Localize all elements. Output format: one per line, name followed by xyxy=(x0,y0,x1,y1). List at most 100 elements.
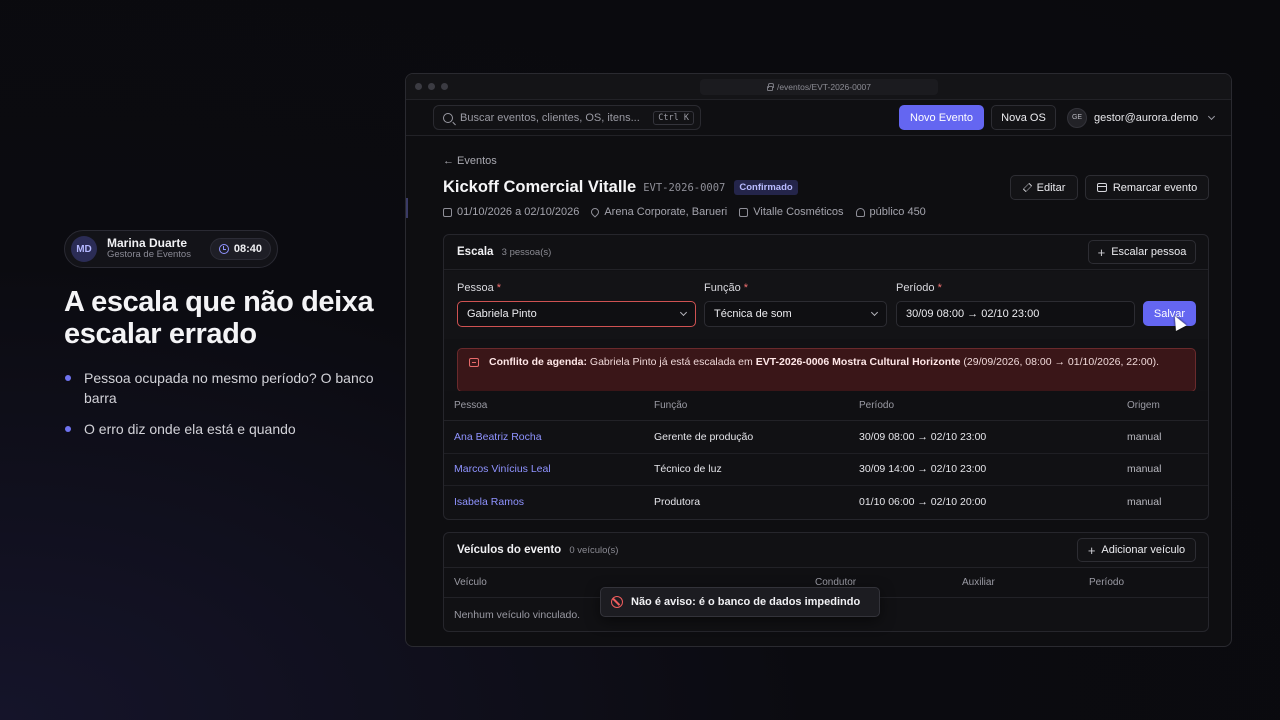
person-link[interactable]: Isabela Ramos xyxy=(454,496,524,508)
time-pill: 08:40 xyxy=(209,238,271,260)
conflict-when: (29/09/2026, 08:00 → 01/10/2026, 22:00). xyxy=(963,356,1159,368)
table-row[interactable]: Isabela Ramos Produtora 01/10 06:00 → 02… xyxy=(444,486,1208,519)
origin-cell: manual xyxy=(1127,496,1162,509)
slide-bullets: Pessoa ocupada no mesmo período? O banco… xyxy=(64,368,384,450)
escala-count: 3 pessoa(s) xyxy=(501,247,552,258)
vehicles-card: Veículos do evento 0 veículo(s) + Adicio… xyxy=(443,532,1209,632)
escala-title: Escala 3 pessoa(s) xyxy=(457,246,551,258)
meta-venue: Arena Corporate, Barueri xyxy=(589,206,728,218)
minimize-dot[interactable] xyxy=(428,83,435,90)
search-shortcut: Ctrl K xyxy=(653,110,694,125)
column-header: Pessoa xyxy=(454,400,488,411)
plus-icon: + xyxy=(1097,244,1106,260)
users-icon xyxy=(855,207,865,217)
conflict-alert: Conflito de agenda: Gabriela Pinto já es… xyxy=(457,348,1196,392)
search-input[interactable]: Buscar eventos, clientes, OS, itens... C… xyxy=(433,105,701,130)
meta-audience: público 450 xyxy=(855,206,926,218)
save-button[interactable]: Salvar xyxy=(1143,301,1196,326)
presenter-role: Gestora de Eventos xyxy=(107,249,191,261)
column-header: Origem xyxy=(1127,400,1160,411)
presenter-info: Marina Duarte Gestora de Eventos xyxy=(107,235,191,262)
escala-table: Pessoa Função Período Origem Ana Beatriz… xyxy=(444,391,1208,519)
new-os-button[interactable]: Nova OS xyxy=(991,105,1056,130)
person-link[interactable]: Marcos Vinícius Leal xyxy=(454,463,551,475)
bullet-item: Pessoa ocupada no mesmo período? O banco… xyxy=(64,368,384,408)
user-menu[interactable]: GE gestor@aurora.demo xyxy=(1067,105,1216,130)
column-header: Período xyxy=(859,400,895,411)
table-header: Pessoa Função Período Origem xyxy=(444,391,1208,421)
vehicles-count: 0 veículo(s) xyxy=(569,545,619,556)
chevron-down-icon xyxy=(1208,112,1216,120)
person-select-value: Gabriela Pinto xyxy=(467,308,537,320)
calendar-icon xyxy=(443,207,452,217)
table-row[interactable]: Ana Beatriz Rocha Gerente de produção 30… xyxy=(444,421,1208,454)
period-label-text: Período xyxy=(896,282,935,294)
app-header: Buscar eventos, clientes, OS, itens... C… xyxy=(406,100,1231,136)
role-select-value: Técnica de som xyxy=(714,308,792,320)
pencil-icon xyxy=(1022,182,1032,193)
conflict-text: Gabriela Pinto já está escalada em xyxy=(589,356,753,368)
period-cell: 30/09 08:00 → 02/10 23:00 xyxy=(859,430,987,443)
search-placeholder: Buscar eventos, clientes, OS, itens... xyxy=(460,111,640,124)
search-icon xyxy=(443,112,453,123)
period-input[interactable]: 30/09 08:00 → 02/10 23:00 xyxy=(896,301,1135,327)
presenter-name: Marina Duarte xyxy=(107,235,188,250)
role-label-text: Função xyxy=(704,282,741,294)
add-vehicle-button[interactable]: + Adicionar veículo xyxy=(1077,538,1196,562)
url-bar[interactable]: /eventos/EVT-2026-0007 xyxy=(700,79,938,95)
role-select[interactable]: Técnica de som xyxy=(704,301,887,327)
role-cell: Gerente de produção xyxy=(654,430,754,443)
venue-text: Arena Corporate, Barueri xyxy=(604,206,728,218)
event-meta: 01/10/2026 a 02/10/2026 Arena Corporate,… xyxy=(443,206,926,218)
status-badge: Confirmado xyxy=(734,180,798,195)
close-dot[interactable] xyxy=(415,83,422,90)
role-cell: Produtora xyxy=(654,496,701,509)
window-controls xyxy=(415,83,448,90)
table-row[interactable]: Marcos Vinícius Leal Técnico de luz 30/0… xyxy=(444,454,1208,486)
error-toast: Não é aviso: é o banco de dados impedind… xyxy=(600,587,880,617)
person-select[interactable]: Gabriela Pinto xyxy=(457,301,696,327)
sidebar-indicator xyxy=(406,198,408,218)
audience-text: público 450 xyxy=(869,206,926,218)
role-label: Função * xyxy=(704,282,748,294)
period-input-value: 30/09 08:00 → 02/10 23:00 xyxy=(906,308,1040,320)
toast-text: Não é aviso: é o banco de dados impedind… xyxy=(631,596,861,608)
vehicles-title-text: Veículos do evento xyxy=(457,544,562,556)
conflict-event: EVT-2026-0006 Mostra Cultural Horizonte xyxy=(755,356,961,368)
bullet-item: O erro diz onde ela está e quando xyxy=(64,419,384,439)
calendar-alert-icon xyxy=(469,358,479,367)
role-cell: Técnico de luz xyxy=(654,463,722,476)
origin-cell: manual xyxy=(1127,430,1162,443)
person-link[interactable]: Ana Beatriz Rocha xyxy=(454,431,542,443)
origin-cell: manual xyxy=(1127,463,1162,476)
escala-form: Pessoa * Função * Período * Gabriela Pin… xyxy=(444,271,1208,339)
lock-icon xyxy=(766,82,774,91)
user-email: gestor@aurora.demo xyxy=(1094,111,1199,124)
meta-client: Vitalle Cosméticos xyxy=(739,206,844,218)
new-event-button[interactable]: Novo Evento xyxy=(899,105,984,130)
edit-button[interactable]: Editar xyxy=(1010,175,1078,200)
period-cell: 30/09 14:00 → 02/10 23:00 xyxy=(859,463,987,476)
person-label: Pessoa * xyxy=(457,282,501,294)
chevron-down-icon xyxy=(679,308,688,317)
map-pin-icon xyxy=(589,206,602,218)
column-header: Função xyxy=(654,400,688,411)
required-mark: * xyxy=(743,282,749,294)
back-link[interactable]: ← Eventos xyxy=(443,155,497,167)
user-avatar: GE xyxy=(1067,107,1087,128)
escala-title-text: Escala xyxy=(457,246,494,258)
column-header: Auxiliar xyxy=(962,577,995,588)
escala-card: Escala 3 pessoa(s) + Escalar pessoa Pess… xyxy=(443,234,1209,520)
maximize-dot[interactable] xyxy=(441,83,448,90)
required-mark: * xyxy=(496,282,502,294)
add-person-button[interactable]: + Escalar pessoa xyxy=(1088,240,1196,264)
presenter-card: MD Marina Duarte Gestora de Eventos 08:4… xyxy=(64,230,278,268)
url-text: /eventos/EVT-2026-0007 xyxy=(776,82,872,92)
presenter-avatar: MD xyxy=(71,236,97,262)
chevron-down-icon xyxy=(870,308,879,317)
column-header: Veículo xyxy=(454,577,487,588)
conflict-prefix: Conflito de agenda: xyxy=(489,356,587,368)
escala-header: Escala 3 pessoa(s) + Escalar pessoa xyxy=(444,235,1208,270)
calendar-icon xyxy=(1096,183,1107,192)
reschedule-button[interactable]: Remarcar evento xyxy=(1085,175,1209,200)
